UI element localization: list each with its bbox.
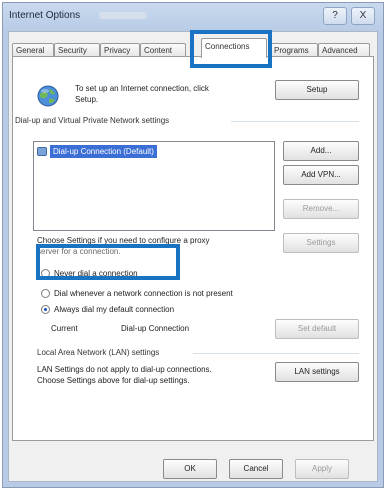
list-item-label: Dial-up Connection (Default) <box>50 145 157 158</box>
lan-description: LAN Settings do not apply to dial-up con… <box>37 365 212 374</box>
list-item[interactable]: Dial-up Connection (Default) <box>37 145 157 158</box>
tab-advanced[interactable]: Advanced <box>318 43 370 57</box>
lan-settings-button[interactable]: LAN settings <box>275 362 359 382</box>
setup-description: To set up an Internet connection, click <box>75 84 209 93</box>
setup-button[interactable]: Setup <box>275 80 359 100</box>
dialup-divider <box>231 121 359 122</box>
lan-description-2: Choose Settings above for dial-up settin… <box>37 376 190 385</box>
tab-connections[interactable]: Connections <box>201 38 267 58</box>
current-connection-value: Dial-up Connection <box>121 324 190 333</box>
lan-divider <box>193 353 359 354</box>
add-button[interactable]: Add... <box>283 141 359 161</box>
dialup-group-label: Dial-up and Virtual Private Network sett… <box>15 116 170 125</box>
apply-button[interactable]: Apply <box>295 459 349 479</box>
tab-general[interactable]: General <box>12 43 54 57</box>
connections-listbox[interactable]: Dial-up Connection (Default) <box>33 141 275 231</box>
window-title: Internet Options <box>9 10 81 21</box>
dial-whenever-option[interactable]: Dial whenever a network connection is no… <box>41 289 233 298</box>
current-label: Current <box>51 324 78 333</box>
tab-security[interactable]: Security <box>54 43 100 57</box>
dial-whenever-radio[interactable] <box>41 289 50 298</box>
always-dial-option[interactable]: Always dial my default connection <box>41 305 174 314</box>
title-buttons: ? X <box>323 7 375 25</box>
setup-description-2: Setup. <box>75 95 99 104</box>
help-button[interactable]: ? <box>323 7 347 25</box>
tab-content[interactable]: Content <box>140 43 186 57</box>
settings-button[interactable]: Settings <box>283 233 359 253</box>
set-default-button[interactable]: Set default <box>275 319 359 339</box>
lan-group-label: Local Area Network (LAN) settings <box>37 348 160 357</box>
never-dial-highlight <box>36 244 180 280</box>
tab-programs[interactable]: Programs <box>270 43 318 57</box>
title-blur <box>99 12 147 19</box>
dial-whenever-label: Dial whenever a network connection is no… <box>54 289 233 298</box>
cancel-button[interactable]: Cancel <box>229 459 283 479</box>
always-dial-radio[interactable] <box>41 305 50 314</box>
always-dial-label: Always dial my default connection <box>54 305 175 314</box>
close-button[interactable]: X <box>351 7 375 25</box>
phone-connection-icon <box>37 147 47 156</box>
add-vpn-button[interactable]: Add VPN... <box>283 165 359 185</box>
remove-button[interactable]: Remove... <box>283 199 359 219</box>
title-bar: Internet Options ? X <box>3 3 383 29</box>
globe-icon <box>37 85 59 107</box>
tab-privacy[interactable]: Privacy <box>100 43 140 57</box>
ok-button[interactable]: OK <box>163 459 217 479</box>
